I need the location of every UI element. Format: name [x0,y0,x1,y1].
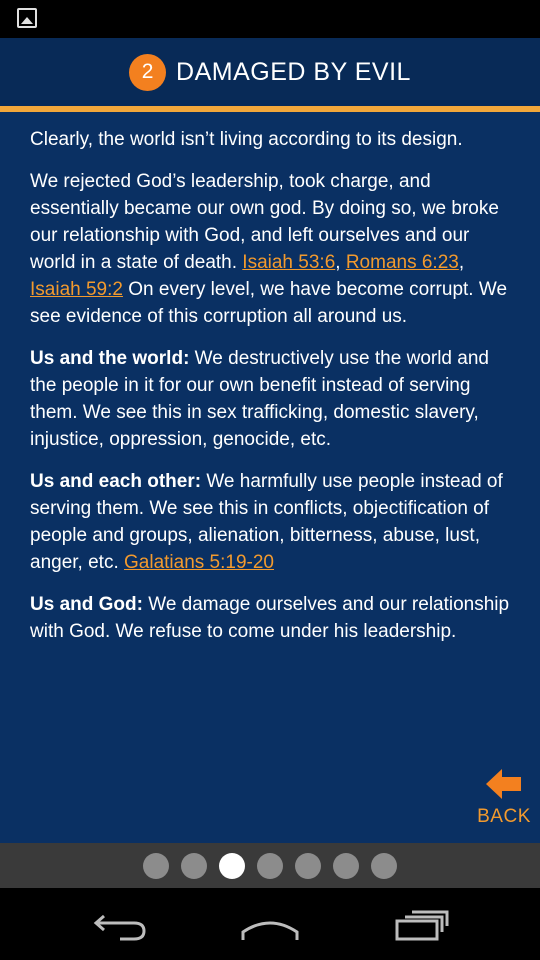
paragraph-rejection: We rejected God’s leadership, took charg… [30,168,512,330]
nav-home-icon[interactable] [240,908,300,942]
page-indicator [0,843,540,888]
paragraph-us-and-world: Us and the world: We destructively use t… [30,345,512,453]
paragraph-heading: Us and each other: [30,471,202,492]
page-dot-4[interactable] [257,852,283,879]
separator: , [458,252,465,273]
header: 2 DAMAGED BY EVIL [0,38,540,106]
scripture-link-romans-6-23[interactable]: Romans 6:23 [346,252,459,273]
paragraph-us-and-each-other: Us and each other: We harmfully use peop… [30,468,512,576]
scripture-link-isaiah-59-2[interactable]: Isaiah 59:2 [30,279,123,300]
page-dot-5[interactable] [295,852,321,879]
header-divider [0,106,540,112]
paragraph-us-and-god: Us and God: We damage ourselves and our … [30,591,512,645]
scripture-link-isaiah-53-6[interactable]: Isaiah 53:6 [242,252,335,273]
step-number-badge: 2 [129,53,167,91]
page-dot-7[interactable] [371,852,397,879]
page-dot-6[interactable] [333,852,359,879]
paragraph-heading: Us and God: [30,594,143,615]
image-icon [17,8,37,28]
content-scroll[interactable]: Clearly, the world isn’t living accordin… [30,126,512,760]
page-title: DAMAGED BY EVIL [176,57,411,86]
page-dot-2[interactable] [181,852,207,879]
page-dot-3-active[interactable] [219,852,245,879]
nav-back-icon[interactable] [90,908,150,942]
nav-recents-icon[interactable] [392,908,452,942]
status-bar [0,0,540,38]
separator: , [335,252,346,273]
paragraph-intro: Clearly, the world isn’t living accordin… [30,129,463,150]
scripture-link-galatians-5-19-20[interactable]: Galatians 5:19-20 [124,552,274,573]
page-dot-1[interactable] [143,852,169,879]
arrow-left-icon [486,769,521,799]
paragraph-heading: Us and the world: [30,348,190,369]
system-nav-bar [0,888,540,960]
back-label: BACK [477,806,531,827]
back-button[interactable]: BACK [476,768,532,834]
app-screen: 2 DAMAGED BY EVIL Clearly, the world isn… [0,38,540,888]
